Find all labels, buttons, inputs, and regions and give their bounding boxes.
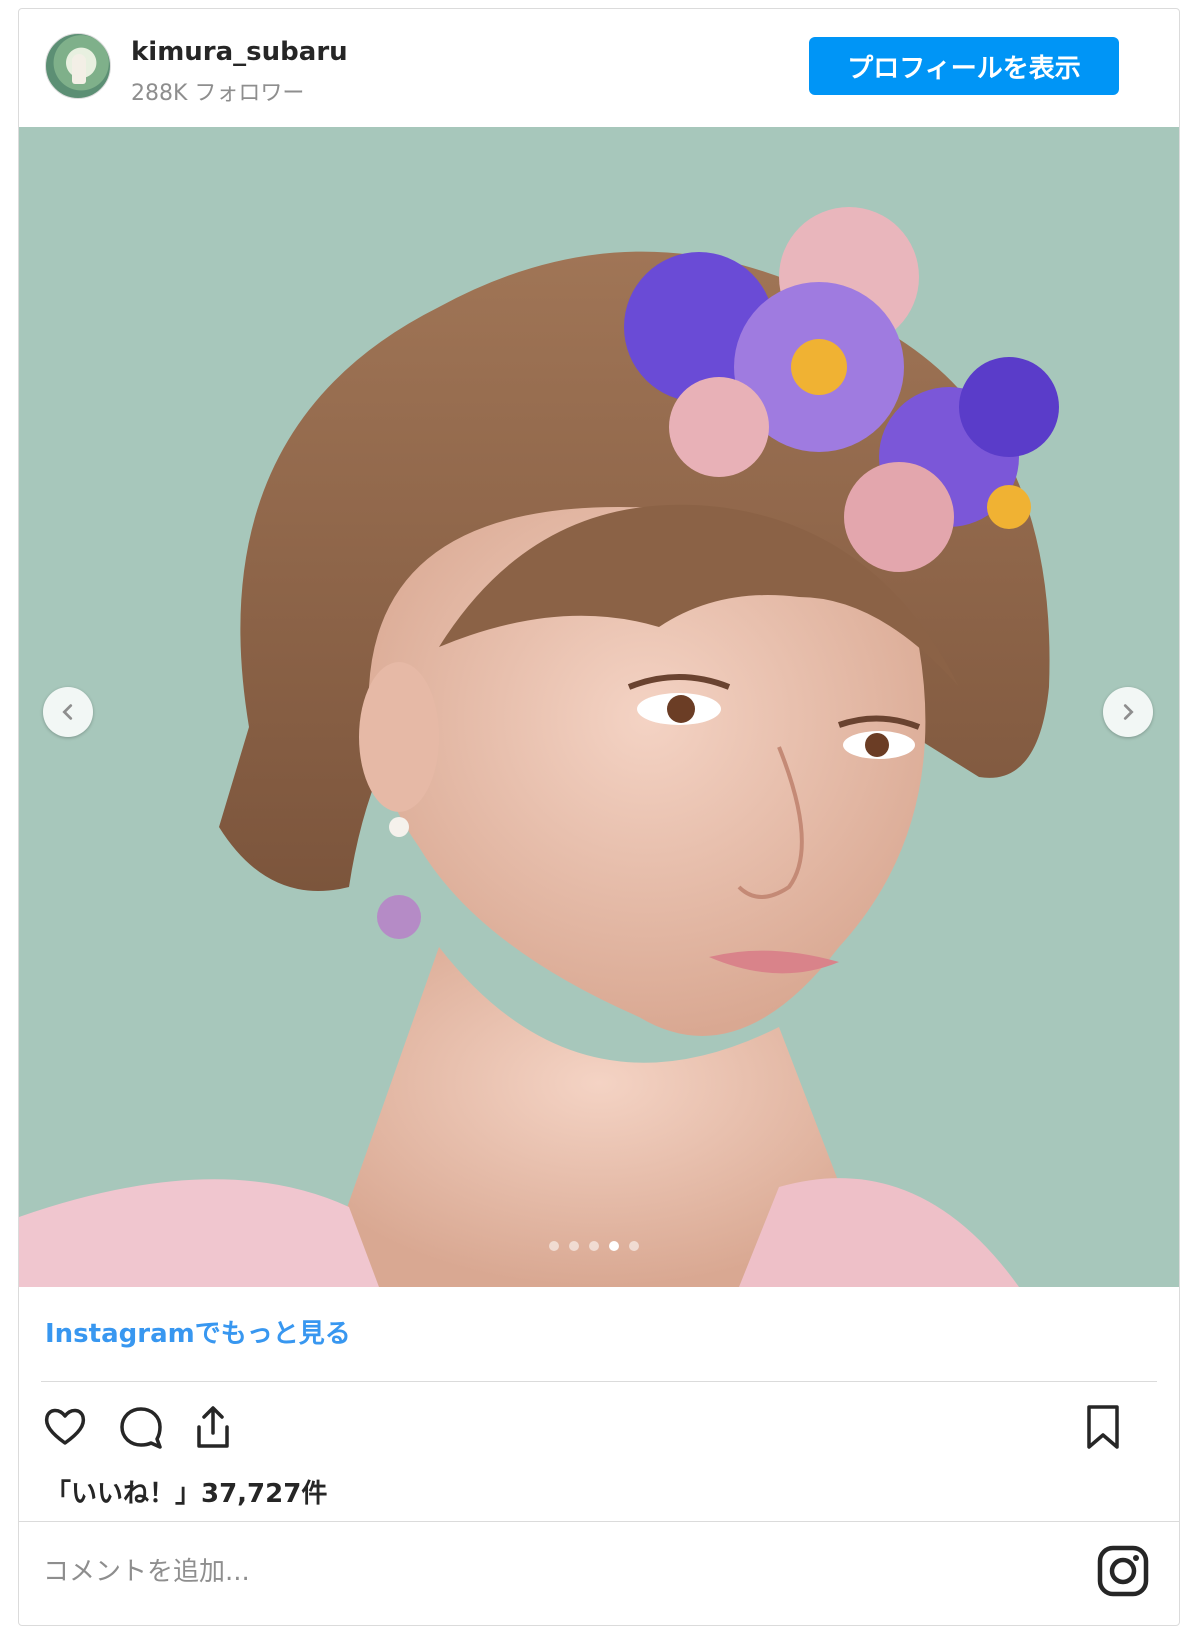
post-photo[interactable]: [19, 127, 1179, 1287]
share-button[interactable]: [185, 1399, 241, 1455]
next-slide-button[interactable]: [1103, 687, 1153, 737]
follower-count: 288K フォロワー: [131, 81, 305, 106]
bookmark-icon: [1087, 1405, 1119, 1449]
comment-button[interactable]: [113, 1399, 169, 1455]
view-more-on-instagram-link[interactable]: Instagramでもっと見る: [45, 1313, 351, 1350]
chevron-right-icon: [1123, 704, 1134, 720]
like-count: 「いいね！」37,727件: [45, 1479, 328, 1509]
divider: [19, 1521, 1179, 1522]
chevron-left-icon: [62, 704, 73, 720]
avatar[interactable]: [45, 33, 111, 99]
heart-icon: [44, 1408, 86, 1445]
comment-input[interactable]: [41, 1543, 1045, 1601]
instagram-embed-card: kimura_subaru 288K フォロワー プロフィールを表示 Insta…: [18, 8, 1180, 1626]
portrait-image: [19, 127, 1179, 1287]
carousel-dot: [549, 1241, 559, 1251]
instagram-icon[interactable]: [1097, 1545, 1149, 1597]
divider: [41, 1381, 1157, 1382]
like-button[interactable]: [37, 1399, 93, 1455]
action-bar: [19, 1399, 1179, 1459]
view-profile-button[interactable]: プロフィールを表示: [809, 37, 1119, 95]
save-button[interactable]: [1075, 1399, 1131, 1455]
username[interactable]: kimura_subaru: [131, 37, 348, 67]
carousel-dot-active: [609, 1241, 619, 1251]
carousel-dot: [589, 1241, 599, 1251]
carousel-indicator: [549, 1241, 639, 1251]
share-icon: [197, 1406, 229, 1448]
previous-slide-button[interactable]: [43, 687, 93, 737]
post-header: kimura_subaru 288K フォロワー プロフィールを表示: [19, 9, 1179, 127]
carousel-dot: [569, 1241, 579, 1251]
carousel-dot: [629, 1241, 639, 1251]
comment-icon: [120, 1407, 162, 1449]
